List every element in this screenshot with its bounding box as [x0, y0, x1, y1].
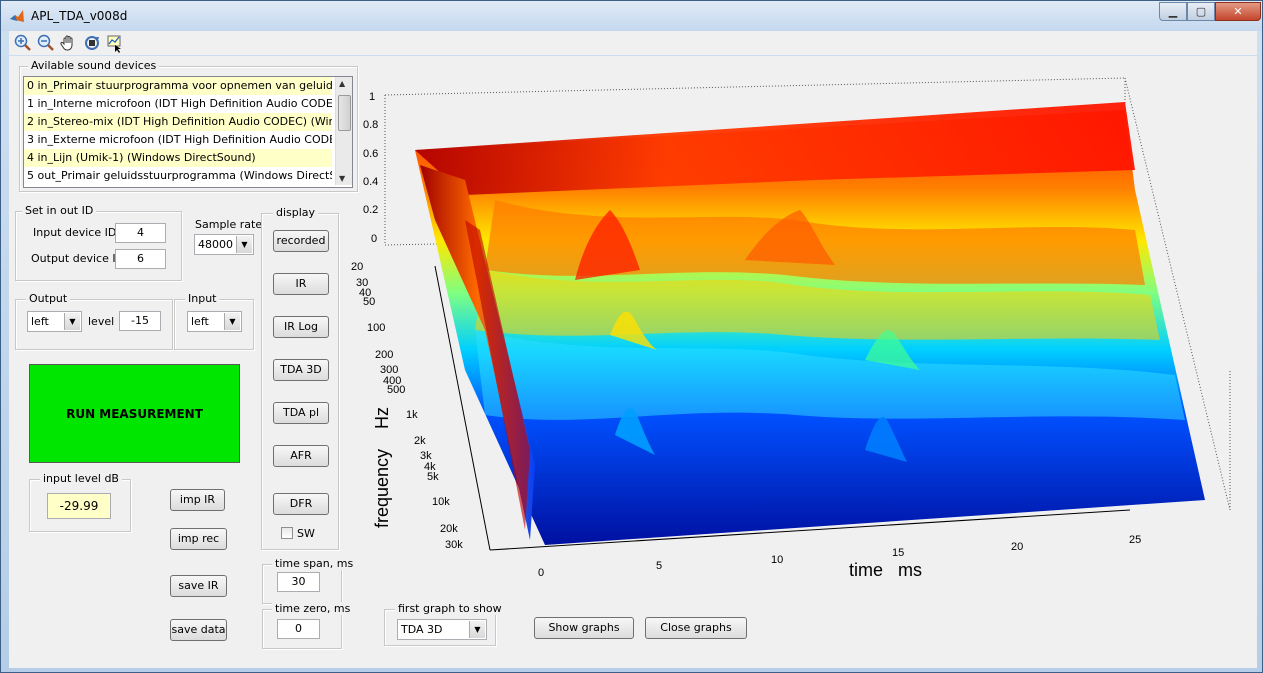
maximize-button[interactable]: ▢	[1187, 2, 1215, 21]
y-tick-label: 1k	[406, 409, 418, 421]
devices-listbox[interactable]: 0 in_Primair stuurprogramma voor opnemen…	[23, 76, 353, 188]
y-tick-label: 500	[387, 384, 405, 396]
chevron-down-icon[interactable]: ▼	[469, 621, 485, 638]
y-tick-label: 50	[363, 296, 375, 308]
tda-3d-button[interactable]: TDA 3D	[273, 359, 329, 381]
z-axis: 1 0.8 0.6 0.4 0.2 0	[363, 91, 378, 245]
zoom-out-icon[interactable]	[36, 33, 56, 53]
first-graph-title: first graph to show	[395, 602, 505, 615]
output-channel-value: left	[31, 315, 49, 328]
input-channel-select[interactable]: left ▼	[187, 311, 242, 332]
x-tick-label: 15	[892, 547, 904, 559]
y-axis-title: frequency Hz	[372, 407, 392, 528]
y-tick-label: 100	[367, 322, 385, 334]
save-data-button[interactable]: save data	[170, 619, 227, 641]
close-button[interactable]: ✕	[1215, 2, 1261, 21]
device-item[interactable]: 5 out_Primair geluidsstuurprogramma (Win…	[24, 167, 332, 185]
z-tick-label: 0.8	[363, 119, 378, 131]
input-channel-value: left	[191, 315, 209, 328]
window-title: APL_TDA_v008d	[31, 9, 128, 23]
level-field[interactable]: -15	[119, 311, 161, 331]
chevron-down-icon[interactable]: ▼	[236, 236, 252, 253]
chevron-down-icon[interactable]: ▼	[64, 313, 80, 330]
waterfall-surface	[415, 102, 1205, 545]
sample-rate-label: Sample rate	[195, 218, 263, 231]
output-channel-select[interactable]: left ▼	[27, 311, 82, 332]
time-span-title: time span, ms	[272, 557, 357, 570]
time-zero-field[interactable]: 0	[277, 619, 320, 639]
matlab-icon	[10, 10, 24, 22]
z-tick-label: 0	[371, 233, 377, 245]
save-ir-button[interactable]: save IR	[170, 575, 227, 597]
input-level-readout: -29.99	[47, 493, 111, 519]
device-item[interactable]: 0 in_Primair stuurprogramma voor opnemen…	[24, 77, 332, 95]
y-tick-label: 5k	[427, 471, 439, 483]
x-tick-label: 5	[656, 560, 662, 572]
close-graphs-button[interactable]: Close graphs	[645, 617, 747, 639]
y-tick-label: 20	[351, 261, 363, 273]
y-tick-label: 2k	[414, 435, 426, 447]
y-tick-label: 20k	[440, 523, 458, 535]
level-label: level	[88, 315, 115, 328]
tda-3d-plot[interactable]: 1 0.8 0.6 0.4 0.2 0 20 30 40 50 100 200 …	[345, 70, 1250, 590]
device-item[interactable]: 1 in_Interne microfoon (IDT High Definit…	[24, 95, 332, 113]
minimize-button[interactable]: ▁	[1159, 2, 1187, 21]
y-tick-label: 30k	[445, 539, 463, 551]
output-device-label: Output device ID	[31, 252, 125, 265]
ir-button[interactable]: IR	[273, 273, 329, 295]
io-panel-title: Set in out ID	[22, 204, 97, 217]
device-item[interactable]: 3 in_Externe microfoon (IDT High Definit…	[24, 131, 332, 149]
time-zero-title: time zero, ms	[272, 602, 354, 615]
sw-label: SW	[297, 527, 315, 540]
device-item[interactable]: 2 in_Stereo-mix (IDT High Definition Aud…	[24, 113, 332, 131]
z-tick-label: 1	[369, 91, 375, 103]
x-tick-label: 20	[1011, 541, 1023, 553]
x-tick-label: 25	[1129, 534, 1141, 546]
z-tick-label: 0.6	[363, 148, 378, 160]
z-tick-label: 0.4	[363, 176, 378, 188]
zoom-in-icon[interactable]	[13, 33, 33, 53]
title-bar: APL_TDA_v008d ▁ ▢ ✕	[1, 1, 1262, 31]
output-device-field[interactable]: 6	[115, 249, 166, 269]
first-graph-select[interactable]: TDA 3D ▼	[397, 619, 487, 640]
display-panel-title: display	[273, 206, 319, 219]
input-device-field[interactable]: 4	[115, 223, 166, 243]
device-item[interactable]: 4 in_Lijn (Umik-1) (Windows DirectSound)	[24, 149, 332, 167]
devices-panel-title: Avilable sound devices	[28, 59, 160, 72]
pan-hand-icon[interactable]	[59, 33, 79, 53]
recorded-button[interactable]: recorded	[273, 230, 329, 252]
show-graphs-button[interactable]: Show graphs	[534, 617, 634, 639]
input-level-title: input level dB	[40, 472, 122, 485]
rotate-3d-icon[interactable]	[82, 33, 102, 53]
x-tick-label: 0	[538, 567, 544, 579]
input-panel-title: Input	[185, 292, 220, 305]
y-tick-label: 10k	[432, 496, 450, 508]
x-axis-title: time ms	[849, 560, 922, 580]
sample-rate-select[interactable]: 48000 ▼	[194, 234, 254, 255]
first-graph-value: TDA 3D	[401, 623, 443, 636]
run-measurement-button[interactable]: RUN MEASUREMENT	[29, 364, 240, 463]
afr-button[interactable]: AFR	[273, 445, 329, 467]
sw-checkbox[interactable]	[281, 527, 293, 539]
y-tick-label: 200	[375, 349, 393, 361]
output-panel-title: Output	[26, 292, 71, 305]
ir-log-button[interactable]: IR Log	[273, 316, 329, 338]
input-device-label: Input device ID	[33, 226, 117, 239]
time-span-field[interactable]: 30	[277, 572, 320, 592]
z-tick-label: 0.2	[363, 204, 378, 216]
io-panel: Set in out ID	[15, 204, 182, 281]
data-cursor-icon[interactable]	[105, 33, 125, 53]
tda-pl-button[interactable]: TDA pl	[273, 402, 329, 424]
figure-toolbar	[9, 31, 1257, 55]
sample-rate-value: 48000	[198, 238, 233, 251]
import-ir-button[interactable]: imp IR	[170, 489, 225, 511]
dfr-button[interactable]: DFR	[273, 493, 329, 515]
import-rec-button[interactable]: imp rec	[170, 528, 227, 550]
x-tick-label: 10	[771, 554, 783, 566]
chevron-down-icon[interactable]: ▼	[224, 313, 240, 330]
